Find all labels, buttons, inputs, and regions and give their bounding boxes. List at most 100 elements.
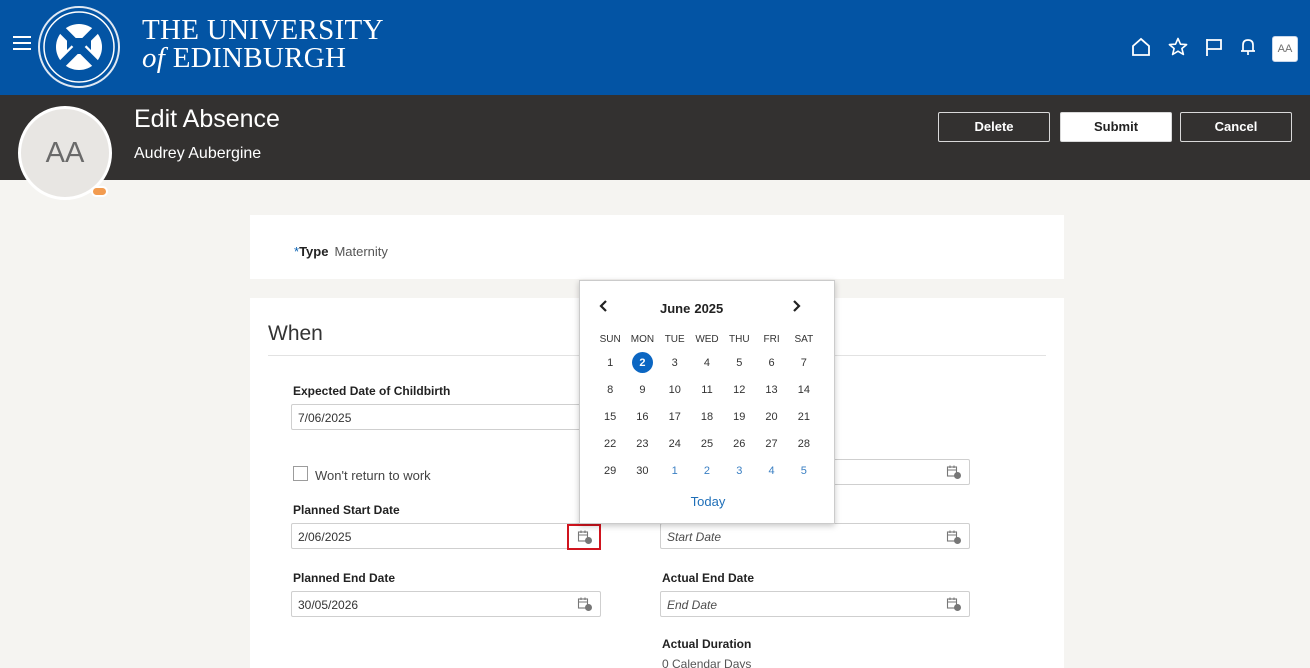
calendar-icon[interactable]	[946, 529, 962, 545]
calendar-day[interactable]: 18	[691, 411, 723, 423]
weekday-label: THU	[728, 333, 750, 345]
calendar-day[interactable]: 1	[594, 357, 626, 369]
calendar-day[interactable]: 23	[626, 438, 658, 450]
calendar-day[interactable]: 14	[788, 384, 820, 396]
university-crest-logo[interactable]	[38, 6, 120, 88]
home-icon[interactable]	[1130, 36, 1152, 58]
actual-start-field[interactable]: Start Date	[660, 523, 970, 549]
planned-start-value: 2/06/2025	[298, 530, 352, 544]
calendar-day[interactable]: 24	[659, 438, 691, 450]
weekday-label: MON	[630, 333, 655, 345]
calendar-week-row: 15 16 17 18 19 20 21	[594, 403, 820, 430]
university-name-edinburgh: EDINBURGH	[172, 42, 347, 74]
weekday-label: SAT	[794, 333, 814, 345]
calendar-day[interactable]: 4	[755, 465, 787, 477]
calendar-day[interactable]: 20	[755, 411, 787, 423]
calendar-day[interactable]: 16	[626, 411, 658, 423]
calendar-icon[interactable]	[946, 596, 962, 612]
when-section-title: When	[268, 322, 323, 345]
actual-end-field[interactable]: End Date	[660, 591, 970, 617]
actual-end-placeholder: End Date	[667, 598, 718, 612]
user-avatar[interactable]: AA	[1272, 36, 1298, 62]
weekday-label: FRI	[763, 333, 780, 345]
bell-icon[interactable]	[1237, 36, 1259, 58]
planned-start-field[interactable]: 2/06/2025	[291, 523, 601, 549]
wont-return-label: Won't return to work	[315, 468, 431, 483]
calendar-week-row: 8 9 10 11 12 13 14	[594, 376, 820, 403]
calendar-day[interactable]: 5	[788, 465, 820, 477]
submit-button[interactable]: Submit	[1060, 112, 1172, 142]
calendar-day[interactable]: 6	[755, 357, 787, 369]
expected-date-field[interactable]: 7/06/2025	[291, 404, 601, 430]
calendar-day[interactable]: 11	[691, 384, 723, 396]
calendar-day[interactable]: 8	[594, 384, 626, 396]
weekday-header-row: SUN MON TUE WED THU FRI SAT	[594, 329, 820, 349]
calendar-day[interactable]: 7	[788, 357, 820, 369]
planned-end-value: 30/05/2026	[298, 598, 359, 612]
actual-end-label: Actual End Date	[662, 571, 755, 585]
star-icon[interactable]	[1167, 36, 1189, 58]
calendar-week-row: 29 30 1 2 3 4 5	[594, 457, 820, 484]
weekday-label: WED	[695, 333, 719, 345]
calendar-day[interactable]: 26	[723, 438, 755, 450]
calendar-day[interactable]: 17	[659, 411, 691, 423]
calendar-day[interactable]: 1	[659, 465, 691, 477]
page-title: Edit Absence	[134, 105, 280, 133]
chevron-right-icon[interactable]	[788, 298, 804, 314]
calendar-week-row: 22 23 24 25 26 27 28	[594, 430, 820, 457]
university-name-of: of	[142, 42, 166, 74]
month-label[interactable]: June	[660, 301, 690, 316]
calendar-icon[interactable]	[577, 596, 593, 612]
university-name-line2: of EDINBURGH	[142, 42, 384, 74]
calendar-day[interactable]: 4	[691, 357, 723, 369]
calendar-day[interactable]: 9	[626, 384, 658, 396]
planned-start-label: Planned Start Date	[293, 503, 400, 517]
global-header: THE UNIVERSITY of EDINBURGH AA	[0, 0, 1310, 95]
calendar-day[interactable]: 3	[723, 465, 755, 477]
year-label[interactable]: 2025	[694, 301, 723, 316]
delete-button[interactable]: Delete	[938, 112, 1050, 142]
calendar-day[interactable]: 22	[594, 438, 626, 450]
calendar-day[interactable]: 21	[788, 411, 820, 423]
calendar-day[interactable]: 12	[723, 384, 755, 396]
calendar-icon[interactable]	[946, 464, 962, 480]
type-value: Maternity	[334, 244, 388, 259]
today-button[interactable]: Today	[580, 494, 836, 509]
calendar-day[interactable]: 5	[723, 357, 755, 369]
calendar-day[interactable]: 10	[659, 384, 691, 396]
calendar-day[interactable]: 15	[594, 411, 626, 423]
date-picker-popup: June 2025 SUN MON TUE WED THU FRI SAT 123456789…	[579, 280, 835, 524]
weekday-label: TUE	[664, 333, 685, 345]
calendar-day[interactable]: 28	[788, 438, 820, 450]
calendar-day[interactable]: 30	[626, 465, 658, 477]
type-label: Type	[299, 244, 329, 259]
calendar-day[interactable]: 29	[594, 465, 626, 477]
cancel-button[interactable]: Cancel	[1180, 112, 1292, 142]
wont-return-checkbox[interactable]	[293, 466, 308, 481]
university-name: THE UNIVERSITY of EDINBURGH	[142, 16, 384, 74]
month-year-label: June 2025	[660, 301, 723, 316]
actual-start-placeholder: Start Date	[667, 530, 722, 544]
calendar-day[interactable]: 19	[723, 411, 755, 423]
chevron-left-icon[interactable]	[596, 298, 612, 314]
calendar-day[interactable]: 13	[755, 384, 787, 396]
calendar-button-highlight	[567, 524, 601, 550]
person-name: Audrey Aubergine	[134, 145, 262, 162]
type-card: *Type Maternity	[250, 215, 1064, 279]
expected-date-value: 7/06/2025	[298, 411, 352, 425]
type-row: *Type Maternity	[294, 244, 388, 259]
actual-duration-label: Actual Duration	[662, 637, 752, 651]
calendar-day[interactable]: 2	[691, 465, 723, 477]
menu-icon[interactable]	[13, 36, 31, 52]
calendar-day[interactable]: 27	[755, 438, 787, 450]
expected-date-label: Expected Date of Childbirth	[293, 384, 451, 398]
calendar-week-row: 1234567	[594, 349, 820, 376]
weekday-label: SUN	[599, 333, 621, 345]
calendar-day[interactable]: 3	[659, 357, 691, 369]
planned-end-label: Planned End Date	[293, 571, 396, 585]
calendar-day-selected[interactable]: 2	[626, 351, 658, 373]
planned-end-field[interactable]: 30/05/2026	[291, 591, 601, 617]
flag-icon[interactable]	[1203, 36, 1225, 58]
actual-duration-value: 0 Calendar Days	[662, 657, 752, 668]
calendar-day[interactable]: 25	[691, 438, 723, 450]
